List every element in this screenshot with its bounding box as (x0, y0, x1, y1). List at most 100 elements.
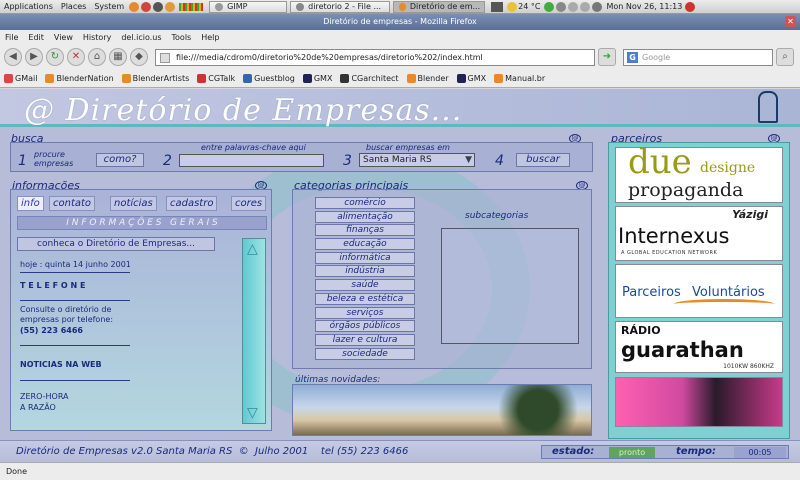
search-icon[interactable]: ⌕ (776, 48, 794, 66)
stop-icon[interactable]: ✕ (67, 48, 85, 66)
search-placeholder: Google (642, 52, 671, 62)
tray-icon[interactable] (544, 1, 555, 12)
news-image[interactable] (292, 384, 592, 436)
volume-icon[interactable] (592, 1, 603, 12)
firefox-icon (399, 2, 406, 11)
scroll-up-icon[interactable]: △ (247, 241, 258, 257)
partner-due-designe[interactable]: due designe propaganda (615, 147, 783, 203)
conheca-button[interactable]: conheca o Diretório de Empresas... (17, 237, 215, 251)
category-saude[interactable]: saúde (315, 279, 415, 292)
close-icon[interactable]: ✕ (785, 16, 796, 27)
bookmark-label: CGTalk (208, 74, 236, 83)
bookmark-blender[interactable]: Blender (406, 74, 449, 83)
notification-icon[interactable] (491, 1, 504, 12)
applications-menu[interactable]: Applications (0, 2, 57, 11)
guarathan-logo-text: guarathan (621, 338, 744, 362)
tray-icon[interactable] (556, 1, 567, 12)
tab-cores[interactable]: cores (231, 196, 267, 211)
menu-tools[interactable]: Tools (167, 33, 197, 42)
chevron-down-icon[interactable]: ▼ (465, 154, 472, 166)
category-servicos[interactable]: serviços (315, 306, 415, 319)
link-zero-hora[interactable]: ZERO-HORA (20, 392, 69, 401)
bookmark-manual-br[interactable]: Manual.br (494, 74, 545, 83)
category-alimentacao[interactable]: alimentação (315, 210, 415, 223)
network-icon[interactable] (568, 1, 579, 12)
search-button[interactable]: buscar (516, 153, 570, 167)
places-menu[interactable]: Places (57, 2, 90, 11)
parceiros-logo-a: Parceiros (622, 285, 681, 300)
category-comercio[interactable]: comércio (315, 197, 415, 209)
search-input[interactable]: G Google (623, 48, 773, 66)
internexus-logo-text: Internexus (618, 224, 730, 248)
task-file-browser[interactable]: diretorio 2 - File ... (290, 0, 391, 13)
url-input[interactable]: file:///media/cdrom0/diretorio%20de%20em… (155, 48, 595, 66)
scroll-down-icon[interactable]: ▽ (247, 405, 258, 421)
como-button[interactable]: como? (96, 153, 144, 167)
partner-photo-banner[interactable] (615, 377, 783, 427)
category-financas[interactable]: finanças (315, 224, 415, 237)
step2-number: 2 (163, 153, 172, 169)
bookmark-guestblog[interactable]: Guestblog (243, 74, 295, 83)
category-industria[interactable]: indústria (315, 265, 415, 278)
menu-bar: File Edit View History del.icio.us Tools… (0, 30, 800, 44)
tab-noticias[interactable]: notícias (110, 196, 157, 211)
bookmark-blendernation[interactable]: BlenderNation (45, 74, 114, 83)
menu-file[interactable]: File (0, 33, 23, 42)
info-scrollbar[interactable]: △ ▽ (242, 238, 266, 424)
location-select[interactable]: Santa Maria RS ▼ (359, 153, 475, 167)
logout-icon[interactable] (685, 1, 696, 12)
step1-number: 1 (18, 153, 27, 169)
bookmark-gmail[interactable]: GMail (4, 74, 37, 83)
menu-history[interactable]: History (78, 33, 116, 42)
category-orgaos-publicos[interactable]: órgãos públicos (315, 320, 415, 333)
category-sociedade[interactable]: sociedade (315, 347, 415, 360)
bookmarks-toolbar: GMail BlenderNation BlenderArtists CGTal… (0, 70, 800, 88)
task-gimp[interactable]: GIMP (209, 0, 288, 13)
bookmark-blenderartists[interactable]: BlenderArtists (121, 74, 189, 83)
category-informatica[interactable]: informática (315, 251, 415, 264)
delicious-icon[interactable]: ▦ (109, 48, 127, 66)
menu-view[interactable]: View (49, 33, 78, 42)
reload-icon[interactable]: ↻ (46, 48, 64, 66)
keywords-input[interactable] (179, 154, 324, 167)
estado-badge: pronto (609, 447, 655, 458)
menu-edit[interactable]: Edit (23, 33, 49, 42)
launcher-icon[interactable] (141, 1, 152, 12)
terminal-launcher-icon[interactable] (153, 1, 164, 12)
category-beleza[interactable]: beleza e estética (315, 292, 415, 305)
system-menu[interactable]: System (90, 2, 128, 11)
task-firefox[interactable]: Diretório de em... (393, 0, 486, 13)
divider (20, 380, 130, 381)
tab-info[interactable]: info (17, 196, 44, 211)
partner-internexus[interactable]: Yázigi Internexus A GLOBAL EDUCATION NET… (615, 206, 783, 261)
noticias-web[interactable]: NOTICIAS NA WEB (20, 360, 102, 369)
partner-radio-guarathan[interactable]: RÁDIO guarathan 1010KW 860KHZ (615, 321, 783, 373)
clock[interactable]: Mon Nov 26, 11:13 (606, 2, 682, 11)
gimp-icon (215, 2, 224, 11)
weather-temp[interactable]: 24 °C (518, 2, 540, 11)
partner-parceiros-voluntarios[interactable]: Parceiros Voluntários (615, 264, 783, 318)
menu-delicious[interactable]: del.icio.us (116, 33, 166, 42)
menu-help[interactable]: Help (196, 33, 224, 42)
bookmark-cgarchitect[interactable]: CGarchitect (340, 74, 399, 83)
firefox-launcher-icon[interactable] (129, 1, 140, 12)
tab-cadastro[interactable]: cadastro (166, 196, 218, 211)
subcategorias-list[interactable] (441, 228, 579, 344)
tree-shape (493, 385, 583, 435)
category-lazer-cultura[interactable]: lazer e cultura (315, 333, 415, 346)
bookmark-label: Blender (417, 74, 449, 83)
bookmark-cgtalk[interactable]: CGTalk (197, 74, 235, 83)
back-icon[interactable]: ◀ (4, 48, 22, 66)
home-icon[interactable]: ⌂ (88, 48, 106, 66)
bookmark-gmx-2[interactable]: GMX (456, 74, 486, 83)
link-a-razao[interactable]: A RAZÃO (20, 403, 56, 412)
bookmark-gmx[interactable]: GMX (302, 74, 332, 83)
category-educacao[interactable]: educação (315, 238, 415, 251)
tab-contato[interactable]: contato (49, 196, 96, 211)
battery-icon[interactable] (580, 1, 591, 12)
step2-label: entre palavras-chave aqui (201, 143, 306, 152)
tag-icon[interactable]: ◆ (130, 48, 148, 66)
blender-launcher-icon[interactable] (165, 1, 176, 12)
go-icon[interactable]: ➜ (598, 48, 616, 66)
forward-icon[interactable]: ▶ (25, 48, 43, 66)
